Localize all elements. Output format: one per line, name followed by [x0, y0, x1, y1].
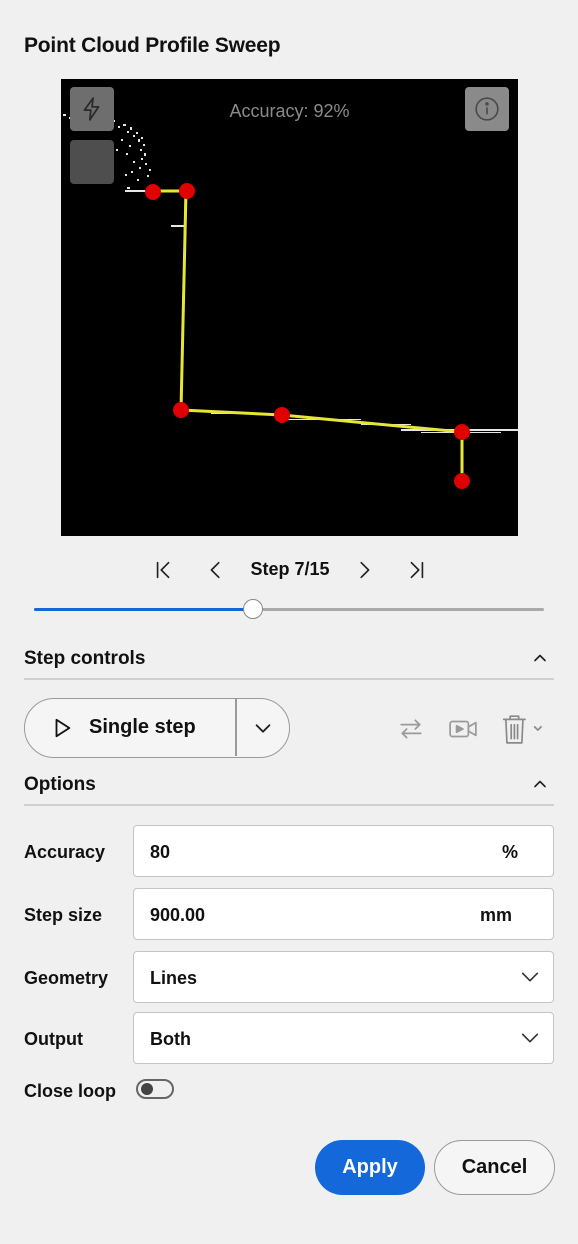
chevron-down-icon: [521, 972, 539, 982]
single-step-label: Single step: [89, 716, 196, 738]
accuracy-label: Accuracy: [24, 842, 106, 862]
step-size-field[interactable]: 900.00 mm: [133, 888, 554, 940]
close-loop-row: Close loop: [24, 1078, 324, 1104]
close-loop-toggle[interactable]: [136, 1079, 174, 1099]
single-step-split-button: Single step: [24, 698, 290, 758]
step-controls-header[interactable]: Step controls: [24, 640, 554, 680]
accuracy-row: Accuracy 80 %: [24, 825, 554, 877]
geometry-row: Geometry Lines: [24, 951, 554, 1003]
output-row: Output Both: [24, 1012, 554, 1064]
step-controls-title: Step controls: [24, 648, 146, 669]
record-video-icon[interactable]: [447, 714, 479, 744]
cancel-button[interactable]: Cancel: [434, 1140, 555, 1195]
chevron-down-icon: [255, 723, 271, 733]
geometry-value: Lines: [150, 968, 198, 988]
step-options-dropdown[interactable]: [237, 699, 289, 756]
step-size-row: Step size 900.00 mm: [24, 888, 554, 940]
first-step-icon[interactable]: [150, 556, 178, 584]
panel-title: Point Cloud Profile Sweep: [24, 34, 281, 57]
last-step-icon[interactable]: [402, 556, 430, 584]
output-label: Output: [24, 1029, 83, 1049]
step-navigation: Step 7/15: [0, 556, 578, 584]
options-title: Options: [24, 774, 96, 795]
point-cloud-render: [63, 112, 518, 489]
accuracy-field[interactable]: 80 %: [133, 825, 554, 877]
trash-icon[interactable]: [500, 712, 548, 746]
geometry-select[interactable]: Lines: [133, 951, 554, 1003]
point-cloud-viewport[interactable]: Accuracy: 92%: [61, 79, 518, 536]
next-step-icon[interactable]: [350, 556, 378, 584]
toggle-knob: [141, 1083, 153, 1095]
chevron-up-icon[interactable]: [530, 774, 550, 794]
accuracy-readout: Accuracy: 92%: [229, 101, 350, 121]
chevron-down-icon: [521, 1033, 539, 1043]
chevron-up-icon[interactable]: [530, 648, 550, 668]
step-counter: Step 7/15: [250, 559, 330, 579]
output-value: Both: [150, 1029, 191, 1049]
options-header[interactable]: Options: [24, 766, 554, 806]
square-icon[interactable]: [70, 140, 114, 184]
close-loop-label: Close loop: [24, 1081, 117, 1101]
slider-thumb[interactable]: [243, 599, 264, 619]
accuracy-unit: %: [502, 842, 519, 862]
apply-button[interactable]: Apply: [315, 1140, 425, 1195]
slider-fill: [34, 608, 254, 611]
previous-step-icon[interactable]: [202, 556, 230, 584]
step-size-label: Step size: [24, 905, 103, 925]
step-slider[interactable]: [34, 599, 544, 621]
swap-icon[interactable]: [396, 714, 426, 744]
output-select[interactable]: Both: [133, 1012, 554, 1064]
step-size-value: 900.00: [150, 905, 206, 925]
accuracy-value: 80: [150, 842, 171, 862]
single-step-button[interactable]: Single step: [25, 699, 235, 756]
geometry-label: Geometry: [24, 968, 109, 988]
play-icon: [55, 718, 71, 737]
step-size-unit: mm: [480, 905, 513, 925]
